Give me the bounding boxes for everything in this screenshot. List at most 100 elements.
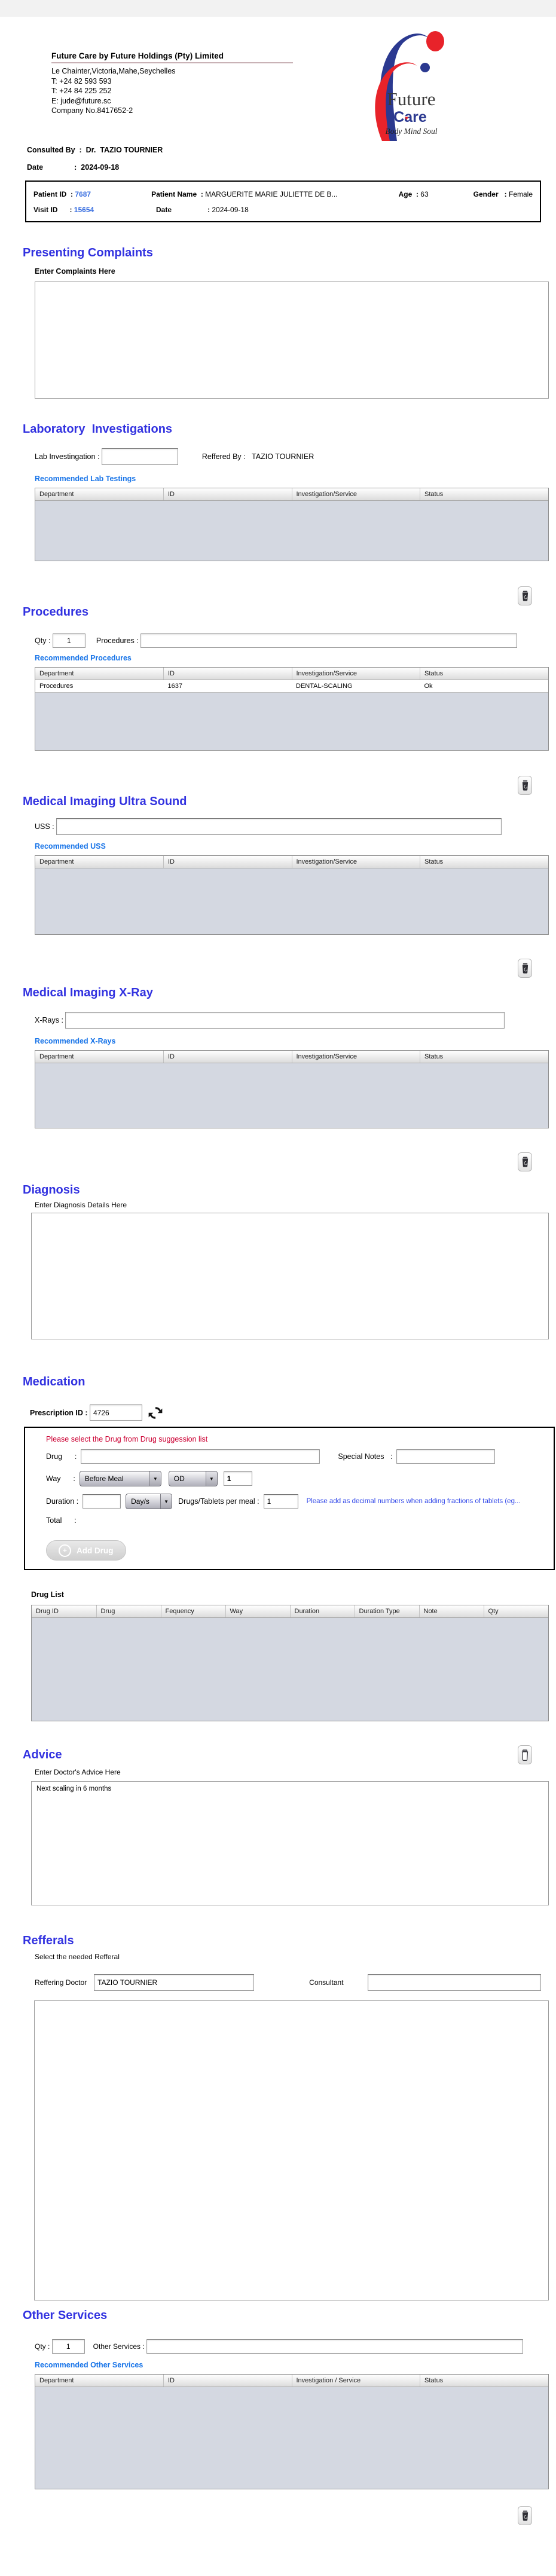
visit-id-label: Visit ID : — [33, 206, 74, 214]
procedure-id: 1637 — [163, 680, 292, 693]
refferals-sublabel: Select the needed Refferal — [35, 1953, 120, 1961]
logo-word-care: Care — [393, 109, 427, 126]
lab-col-department: Department — [35, 488, 164, 501]
advice-textarea[interactable]: Next scaling in 6 months — [31, 1781, 549, 1905]
drug-list-table[interactable]: Drug ID Drug Fequency Way Duration Durat… — [31, 1605, 549, 1721]
advice-sublabel: Enter Doctor's Advice Here — [35, 1768, 121, 1776]
visit-id-cell: Visit ID : 15654 — [33, 206, 156, 214]
drug-warning-text: Please select the Drug from Drug suggess… — [46, 1435, 208, 1443]
procedures-col-investigation: Investigation/Service — [292, 668, 420, 680]
procedure-status: Ok — [420, 680, 548, 693]
trash-icon — [522, 963, 528, 974]
drug-label: Drug : — [46, 1452, 81, 1461]
way-qty-input[interactable] — [223, 1471, 252, 1486]
chevron-down-icon: ▼ — [149, 1471, 161, 1486]
uss-input[interactable] — [56, 818, 502, 835]
other-services-col-id: ID — [163, 2375, 292, 2387]
patient-name-value: MARGUERITE MARIE JULIETTE DE B... — [205, 190, 338, 198]
procedure-service: DENTAL-SCALING — [292, 680, 420, 693]
procedures-label: Procedures : — [96, 637, 141, 645]
patient-name-label: Patient Name : — [151, 190, 206, 198]
lab-col-status: Status — [420, 488, 548, 501]
complaints-textarea[interactable] — [35, 282, 549, 399]
visit-date-cell: Date : 2024-09-18 — [156, 206, 413, 214]
frequency-select[interactable]: OD ▼ — [168, 1471, 218, 1486]
consultant-input[interactable] — [367, 1974, 541, 1991]
delete-other-services-button[interactable] — [518, 2506, 532, 2525]
reffered-by-label: Reffered By : — [201, 452, 252, 461]
uss-col-id: ID — [163, 856, 292, 868]
xray-table-header-row: Department ID Investigation/Service Stat… — [35, 1051, 548, 1063]
procedures-input[interactable] — [140, 634, 518, 648]
refresh-prescription-button[interactable] — [148, 1406, 163, 1420]
prescription-id-input[interactable] — [90, 1405, 143, 1421]
consult-date-line: Date : 2024-09-18 — [27, 163, 556, 172]
diagnosis-textarea[interactable] — [31, 1213, 549, 1339]
reffering-doctor-input[interactable] — [94, 1974, 255, 1991]
lab-col-id: ID — [163, 488, 292, 501]
drug-col-note: Note — [419, 1605, 484, 1618]
delete-uss-button[interactable] — [518, 959, 532, 978]
logo-word-future: Future — [387, 88, 436, 109]
uss-col-status: Status — [420, 856, 548, 868]
company-header: Future Care by Future Holdings (Pty) Lim… — [0, 17, 556, 141]
add-drug-button[interactable]: + Add Drug — [46, 1540, 126, 1561]
procedures-trash-row — [0, 776, 532, 795]
company-registration-number: Company No.8417652-2 — [51, 106, 133, 115]
complaints-sublabel: Enter Complaints Here — [35, 267, 115, 276]
consultation-info: Consulted By : Dr. TAZIO TOURNIER Date :… — [27, 146, 556, 172]
reffering-doctor-label: Reffering Doctor — [35, 1978, 87, 1987]
drug-input[interactable] — [81, 1449, 320, 1464]
xray-col-department: Department — [35, 1051, 164, 1063]
other-services-qty-input[interactable] — [51, 2339, 85, 2354]
trash-icon — [522, 591, 528, 601]
duration-input[interactable] — [83, 1494, 121, 1509]
chevron-down-icon: ▼ — [160, 1494, 172, 1509]
procedures-table-row[interactable]: Procedures 1637 DENTAL-SCALING Ok — [35, 680, 548, 693]
special-notes-input[interactable] — [396, 1449, 496, 1464]
uss-table[interactable]: Department ID Investigation/Service Stat… — [35, 855, 549, 935]
procedures-input-row: Qty : Procedures : — [35, 634, 556, 648]
section-title-diagnosis: Diagnosis — [23, 1183, 80, 1197]
lab-investigation-input[interactable] — [101, 448, 178, 465]
other-services-label: Other Services : — [93, 2342, 147, 2351]
section-title-refferals: Refferals — [23, 1934, 74, 1947]
procedures-table[interactable]: Department ID Investigation/Service Stat… — [35, 667, 549, 751]
drug-entry-panel: Please select the Drug from Drug suggess… — [24, 1427, 555, 1570]
lab-testings-table[interactable]: Department ID Investigation/Service Stat… — [35, 488, 549, 561]
xray-table[interactable]: Department ID Investigation/Service Stat… — [35, 1050, 549, 1128]
advice-header-row: Advice — [0, 1745, 532, 1764]
section-title-presenting-complaints: Presenting Complaints — [23, 246, 153, 259]
procedures-qty-input[interactable] — [52, 634, 85, 648]
xray-trash-row — [0, 1152, 532, 1171]
meal-timing-select[interactable]: Before Meal ▼ — [79, 1471, 161, 1486]
section-title-xray: Medical Imaging X-Ray — [23, 986, 153, 999]
xray-col-investigation: Investigation/Service — [292, 1051, 420, 1063]
delete-xray-button[interactable] — [518, 1152, 532, 1171]
procedures-qty-label: Qty : — [35, 637, 53, 645]
xray-col-status: Status — [420, 1051, 548, 1063]
other-services-trash-row — [0, 2506, 532, 2525]
drug-list-empty-area — [32, 1618, 548, 1721]
duration-type-select[interactable]: Day/s ▼ — [126, 1494, 173, 1509]
refferals-list-box[interactable] — [34, 2000, 549, 2300]
xray-input[interactable] — [65, 1012, 505, 1029]
other-services-input[interactable] — [146, 2339, 524, 2354]
total-row: Total : — [46, 1516, 554, 1525]
drug-col-duration-type: Duration Type — [355, 1605, 420, 1618]
total-label: Total : — [46, 1516, 77, 1525]
lab-col-investigation: Investigation/Service — [292, 488, 420, 501]
xray-label: X-Rays : — [35, 1016, 66, 1024]
other-services-table[interactable]: Department ID Investigation / Service St… — [35, 2374, 549, 2489]
drug-list-label: Drug List — [31, 1590, 64, 1599]
delete-lab-button[interactable] — [518, 586, 532, 605]
delete-procedures-button[interactable] — [518, 776, 532, 795]
future-care-logo-graphic: Future Care ♥ Body Mind Soul — [375, 31, 444, 141]
consult-date-value: 2024-09-18 — [81, 163, 120, 172]
refresh-icon — [148, 1406, 163, 1419]
procedures-table-empty-area — [35, 693, 548, 750]
drug-col-frequency: Fequency — [161, 1605, 226, 1618]
per-meal-input[interactable] — [263, 1494, 298, 1509]
delete-advice-button[interactable] — [518, 1745, 532, 1764]
company-info: Future Care by Future Holdings (Pty) Lim… — [51, 51, 293, 116]
